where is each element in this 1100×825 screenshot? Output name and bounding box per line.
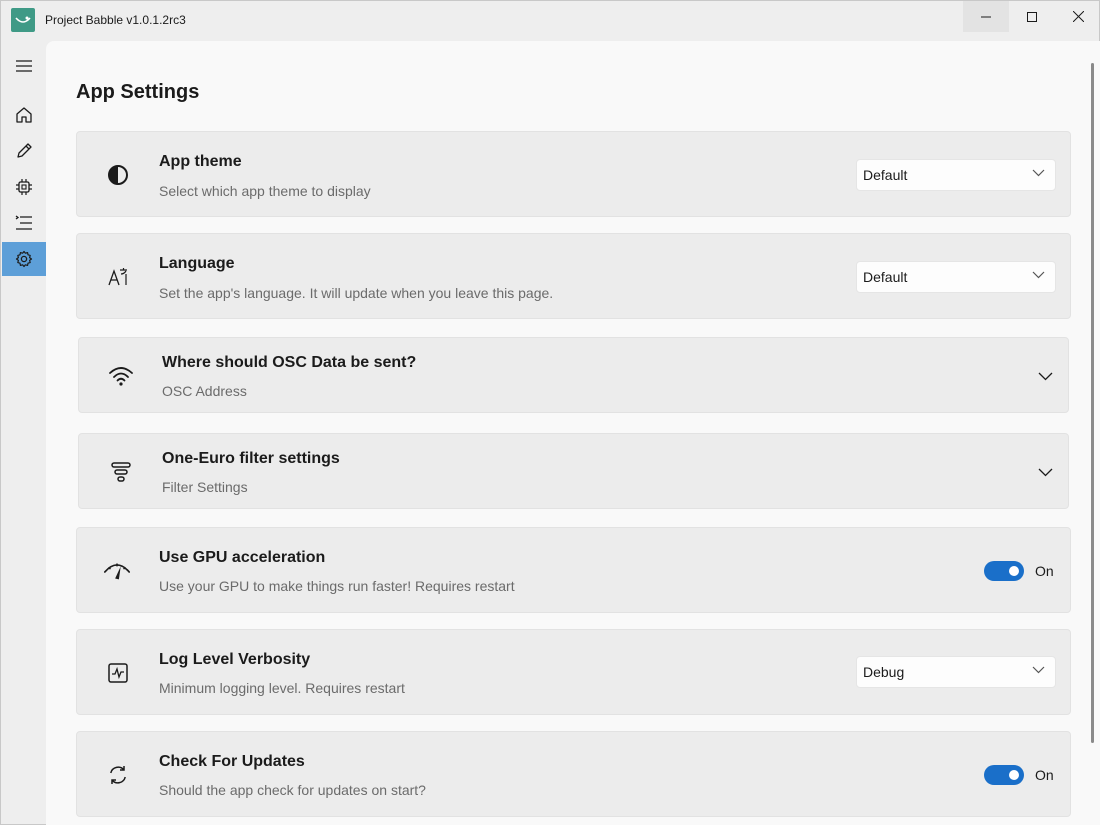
hamburger-icon	[16, 60, 32, 72]
sidebar-item-settings[interactable]	[2, 242, 46, 276]
updates-toggle[interactable]	[984, 765, 1024, 785]
setting-description: Minimum logging level. Requires restart	[159, 680, 405, 696]
activity-icon	[104, 659, 132, 687]
chevron-down-icon[interactable]	[1035, 366, 1055, 386]
chevron-down-icon	[1032, 666, 1045, 674]
chevron-down-icon	[1032, 169, 1045, 177]
setting-card-language: Language Set the app's language. It will…	[76, 233, 1071, 319]
theme-dropdown[interactable]: Default	[856, 159, 1056, 191]
setting-card-log-level: Log Level Verbosity Minimum logging leve…	[76, 629, 1071, 715]
chevron-down-icon[interactable]	[1035, 462, 1055, 482]
list-icon	[15, 215, 32, 230]
toggle-knob	[1009, 770, 1019, 780]
pencil-icon	[17, 143, 32, 158]
toggle-state-label: On	[1035, 563, 1054, 579]
wifi-icon	[107, 362, 135, 390]
maximize-button[interactable]	[1009, 1, 1055, 32]
language-dropdown[interactable]: Default	[856, 261, 1056, 293]
sidebar-menu-button[interactable]	[2, 49, 46, 83]
setting-title: Log Level Verbosity	[159, 651, 311, 668]
setting-description: Set the app's language. It will update w…	[159, 285, 554, 301]
gauge-icon	[103, 557, 131, 585]
setting-description: Use your GPU to make things run faster! …	[159, 578, 515, 594]
setting-card-gpu: Use GPU acceleration Use your GPU to mak…	[76, 527, 1071, 613]
sidebar-item-list[interactable]	[2, 206, 46, 240]
setting-title: One-Euro filter settings	[162, 450, 340, 467]
sidebar	[1, 39, 46, 825]
dropdown-value: Debug	[863, 664, 905, 680]
sidebar-item-hardware[interactable]	[2, 170, 46, 204]
setting-title: App theme	[159, 153, 242, 170]
window-title: Project Babble v1.0.1.2rc3	[45, 13, 186, 27]
setting-title: Where should OSC Data be sent?	[162, 354, 417, 371]
page-title: App Settings	[76, 81, 200, 103]
refresh-icon	[104, 761, 132, 789]
sidebar-item-edit[interactable]	[2, 134, 46, 168]
minimize-button[interactable]	[963, 1, 1009, 32]
toggle-state-label: On	[1035, 767, 1054, 783]
setting-title: Use GPU acceleration	[159, 549, 326, 566]
sidebar-item-home[interactable]	[2, 98, 46, 132]
setting-description: Should the app check for updates on star…	[159, 782, 426, 798]
filter-icon	[107, 458, 135, 486]
setting-description: OSC Address	[162, 383, 247, 399]
setting-card-filter[interactable]: One-Euro filter settings Filter Settings	[78, 433, 1069, 509]
setting-card-osc[interactable]: Where should OSC Data be sent? OSC Addre…	[78, 337, 1069, 413]
app-logo-icon	[11, 8, 35, 32]
dropdown-value: Default	[863, 167, 908, 183]
setting-title: Check For Updates	[159, 753, 305, 770]
toggle-knob	[1009, 566, 1019, 576]
log-level-dropdown[interactable]: Debug	[856, 656, 1056, 688]
app-window: Project Babble v1.0.1.2rc3 App Settings …	[0, 0, 1100, 825]
language-icon	[104, 263, 132, 291]
setting-card-updates: Check For Updates Should the app check f…	[76, 731, 1071, 817]
contrast-icon	[104, 161, 132, 189]
chevron-down-icon	[1032, 271, 1045, 279]
setting-description: Select which app theme to display	[159, 183, 371, 199]
vertical-scrollbar[interactable]	[1091, 63, 1094, 743]
chip-icon	[16, 179, 32, 195]
title-bar: Project Babble v1.0.1.2rc3	[1, 1, 1099, 39]
dropdown-value: Default	[863, 269, 908, 285]
gear-icon	[15, 250, 33, 268]
setting-description: Filter Settings	[162, 479, 248, 495]
main-content: App Settings App theme Select which app …	[46, 41, 1100, 825]
home-icon	[16, 107, 32, 123]
gpu-toggle[interactable]	[984, 561, 1024, 581]
setting-card-app-theme: App theme Select which app theme to disp…	[76, 131, 1071, 217]
setting-title: Language	[159, 255, 235, 272]
close-button[interactable]	[1055, 1, 1100, 32]
